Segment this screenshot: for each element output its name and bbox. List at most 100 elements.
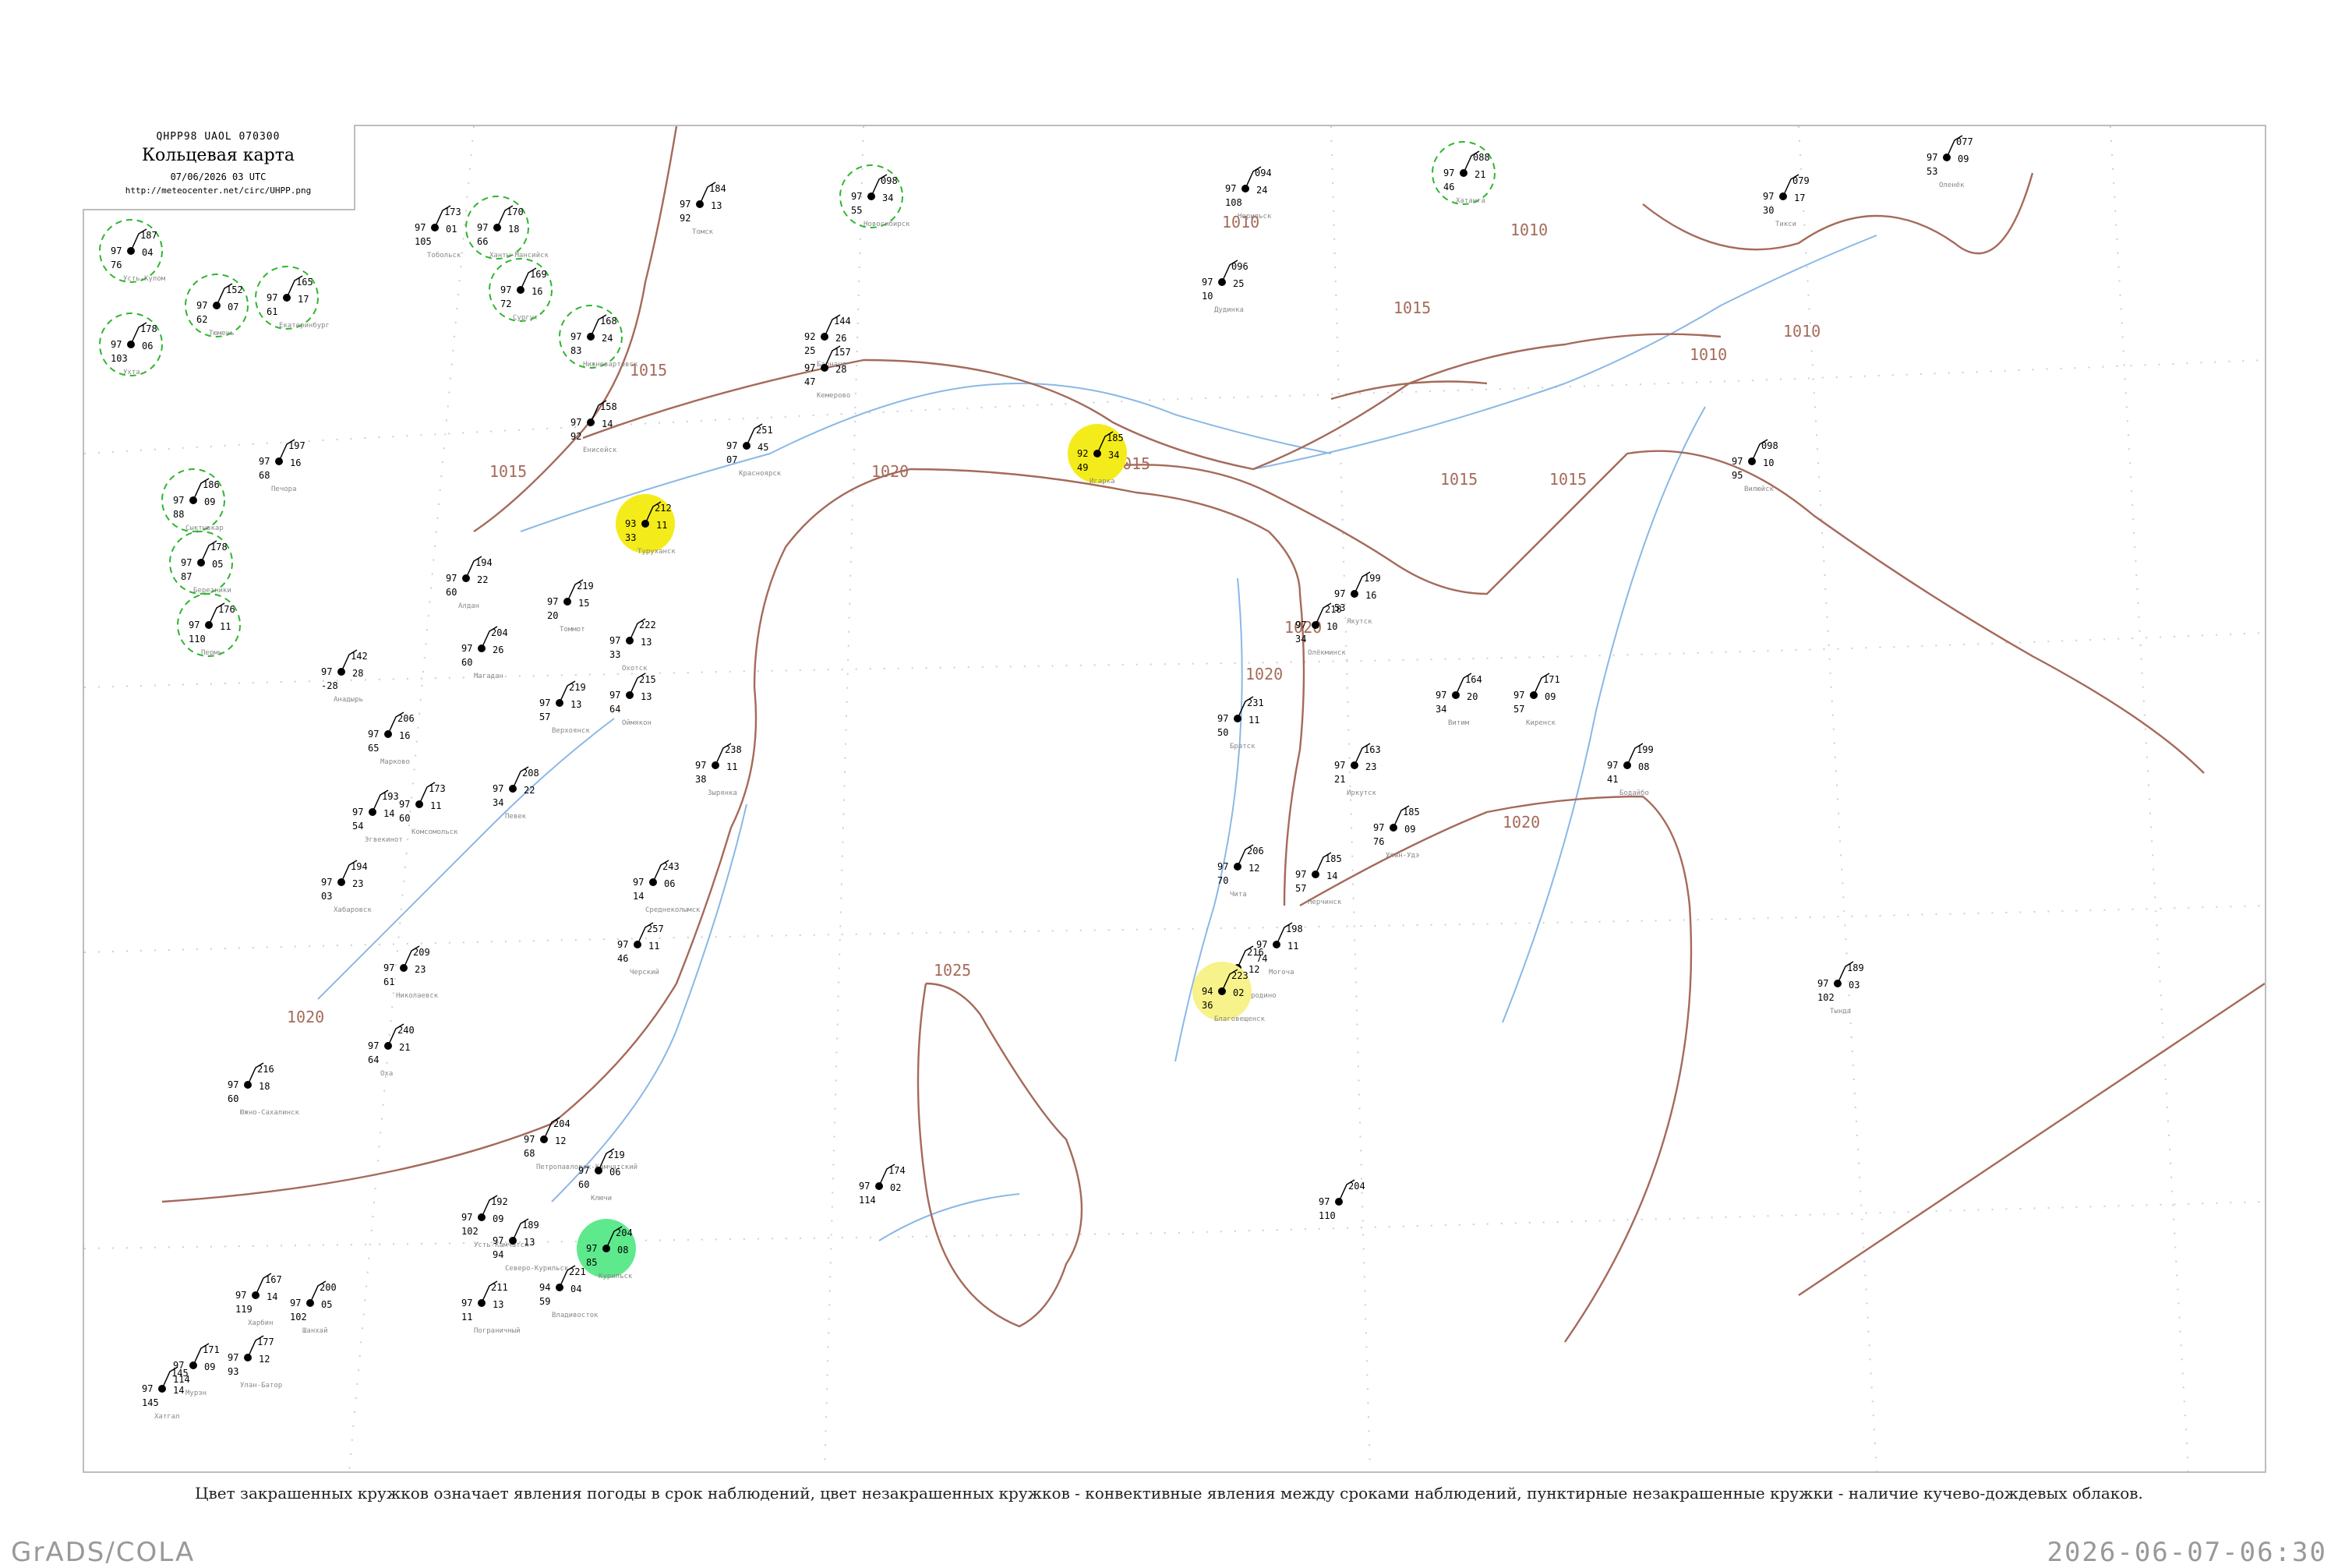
- station-plot[interactable]: 204 97 110: [1319, 1179, 1365, 1221]
- station-plot[interactable]: 171 97 09 57Киренск: [1513, 673, 1560, 727]
- station-plot[interactable]: 164 97 20 34Витим: [1436, 673, 1482, 727]
- station-plot[interactable]: 178 97 06 103 Ухта: [99, 313, 163, 376]
- station-temperature: 22: [477, 574, 488, 585]
- map-title-box: QHPP98 UAOL 070300 Кольцевая карта 07/06…: [83, 125, 355, 210]
- station-pressure: 206: [397, 713, 415, 724]
- station-plot[interactable]: 098 97 34 55Новосибирск: [839, 164, 910, 228]
- station-plot[interactable]: 152 97 07 62Тюмень: [185, 274, 249, 337]
- station-plot[interactable]: 257 97 11 46Черский: [617, 922, 664, 976]
- station-plot[interactable]: 194 97 22 60Алдан: [446, 556, 493, 610]
- rivers-and-coasts: [317, 235, 1877, 1241]
- station-name: Черский: [630, 969, 659, 976]
- station-temperature: 20: [1467, 691, 1478, 702]
- station-plot[interactable]: 219 97 15 20Томмот: [547, 579, 594, 634]
- station-plot[interactable]: 219 97 13 57Верхоянск: [539, 680, 590, 735]
- station-temperature: 34: [882, 192, 893, 203]
- station-plot[interactable]: 088 97 21 46Хатанга: [1432, 141, 1496, 205]
- station-dewpoint: 60: [446, 587, 457, 598]
- station-pressure: 206: [1247, 846, 1264, 856]
- station-dewpoint: 50: [1217, 727, 1228, 738]
- station-plot[interactable]: 206 97 12 70Чита: [1217, 844, 1264, 899]
- station-dewpoint: 110: [1319, 1210, 1336, 1221]
- station-plot[interactable]: 079 97 17 30Тикси: [1763, 174, 1810, 228]
- station-dewpoint: 57: [1513, 704, 1524, 715]
- station-visibility: 97: [321, 877, 332, 888]
- station-plot[interactable]: 208 97 22 34Певек: [493, 766, 539, 821]
- station-plot[interactable]: 173 97 11 60Комсомольск: [399, 782, 458, 836]
- station-plot[interactable]: 176 97 11 110 Пермь: [177, 593, 241, 657]
- isobar-label: 1015: [1549, 470, 1587, 489]
- weather-map[interactable]: 1010101010101010101510151015101510151015…: [83, 125, 2266, 1472]
- station-plot[interactable]: 178 97 05 87Березники: [169, 531, 233, 595]
- station-plot[interactable]: 177 97 12 93Улан-Батор: [228, 1335, 282, 1390]
- station-plot[interactable]: 216 97 18 60Южно-Сахалинск: [228, 1062, 299, 1117]
- station-plot[interactable]: 219 97 06 60Ключи: [578, 1148, 625, 1202]
- station-plot[interactable]: 200 97 05 102 Шанхай: [290, 1280, 337, 1335]
- station-pressure: 231: [1247, 697, 1264, 708]
- station-plot[interactable]: 211 97 13 11Пограничный: [461, 1280, 521, 1335]
- station-dewpoint: 76: [1373, 836, 1384, 847]
- station-temperature: 24: [1256, 185, 1267, 196]
- station-plot[interactable]: 185 92 34 49Игарка: [1068, 424, 1127, 486]
- station-plot[interactable]: 187 97 04 76Усть-Кулом: [99, 219, 166, 283]
- station-plot[interactable]: 184 97 13 92Томск: [680, 182, 726, 236]
- station-plot[interactable]: 206 97 16 65Марково: [368, 712, 415, 766]
- station-name: Витим: [1448, 719, 1470, 727]
- station-plot[interactable]: 168 97 24 83Нижневартовск: [559, 305, 638, 369]
- station-visibility: 97: [586, 1243, 597, 1254]
- station-plot[interactable]: 185 97 09 76Улан-Удэ: [1373, 805, 1420, 860]
- station-plot[interactable]: 194 97 23 03Хабаровск: [321, 860, 372, 914]
- station-pressure: 185: [1325, 853, 1342, 864]
- station-plot[interactable]: 158 97 14 92Енисейск: [570, 400, 617, 454]
- station-plot[interactable]: 142 97 28 -28 Анадырь: [321, 649, 368, 704]
- station-temperature: 13: [711, 200, 722, 211]
- station-dewpoint: 145: [142, 1397, 159, 1408]
- isobar-label: 1020: [287, 1008, 324, 1026]
- station-temperature: 23: [352, 878, 363, 889]
- station-plot[interactable]: 17097 1866Ханты-Мансийск: [465, 196, 549, 260]
- station-temperature: 11: [1248, 715, 1259, 726]
- station-plot[interactable]: 167 97 14 119 Харбин: [235, 1273, 282, 1327]
- station-dewpoint: 34: [493, 797, 503, 808]
- station-dewpoint: 10: [1202, 291, 1213, 302]
- station-plot[interactable]: 238 97 11 38Зырянка: [695, 743, 742, 797]
- station-plot[interactable]: 186 97 09 88Сыктывкар: [161, 468, 225, 532]
- station-plot[interactable]: 240 97 21 64Оха: [368, 1023, 415, 1078]
- station-plot[interactable]: 169 97 16 72Сургут: [489, 258, 553, 322]
- station-plot[interactable]: 096 97 25 10Дудинка: [1202, 260, 1248, 314]
- station-name: Березники: [193, 587, 231, 595]
- station-pressure: 200: [320, 1282, 337, 1293]
- station-plot[interactable]: 173 97 01 105 Тобольск: [415, 205, 461, 260]
- station-plot[interactable]: 209 97 23 61Николаевск: [383, 945, 439, 1000]
- station-plot[interactable]: 243 97 06 14Среднеколымск: [633, 860, 701, 914]
- station-plot[interactable]: 174 97 02 114: [859, 1164, 906, 1206]
- station-plot[interactable]: 189 97 03 102 Тында: [1817, 961, 1864, 1015]
- station-plot[interactable]: 077 97 09 53Оленёк: [1927, 135, 1973, 189]
- station-plot[interactable]: 165 97 17 61Екатеринбург: [255, 266, 330, 330]
- station-plot[interactable]: 185 97 14 57Нерчинск: [1295, 852, 1342, 906]
- station-plot[interactable]: 098 97 10 95Вилюйск: [1732, 439, 1778, 493]
- station-visibility: 97: [859, 1181, 870, 1192]
- station-plot[interactable]: 251 97 45 07Красноярск: [726, 423, 782, 478]
- station-pressure: 212: [655, 503, 672, 514]
- station-plot[interactable]: 221 94 04 59Владивосток: [539, 1265, 599, 1319]
- station-visibility: 97: [493, 1235, 503, 1246]
- station-name: Томмот: [560, 626, 585, 634]
- station-plots[interactable]: 18797 0476Усть-Кулом 17897 06103Ухта 19797 16…: [99, 135, 1973, 1421]
- station-plot[interactable]: 197 97 16 68Печора: [259, 439, 305, 493]
- station-plot[interactable]: 212 93 11 33Туруханск: [616, 494, 676, 556]
- station-plot[interactable]: 193 97 14 54Эгвекинот: [352, 789, 403, 844]
- station-pressure: 219: [608, 1150, 625, 1160]
- station-plot[interactable]: 19997 1653Якутск: [1334, 571, 1381, 626]
- station-plot[interactable]: 222 97 13 33Охотск: [609, 618, 656, 673]
- station-plot[interactable]: 204 97 26 60Магадан: [461, 626, 508, 680]
- map-source-url[interactable]: http://meteocenter.net/circ/UHPP.png: [83, 185, 354, 196]
- station-visibility: 94: [539, 1282, 550, 1293]
- isobar-labels: 1010101010101010101510151015101510151015…: [287, 213, 1821, 1026]
- station-plot[interactable]: 163 97 23 21Иркутск: [1334, 743, 1381, 797]
- station-dewpoint: 114: [173, 1374, 190, 1385]
- station-plot[interactable]: 215 97 13 64Оймякон: [609, 673, 656, 727]
- station-plot[interactable]: 199 97 08 41Бодайбо: [1607, 743, 1654, 797]
- station-pressure: 204: [553, 1118, 570, 1129]
- station-temperature: 07: [228, 302, 238, 313]
